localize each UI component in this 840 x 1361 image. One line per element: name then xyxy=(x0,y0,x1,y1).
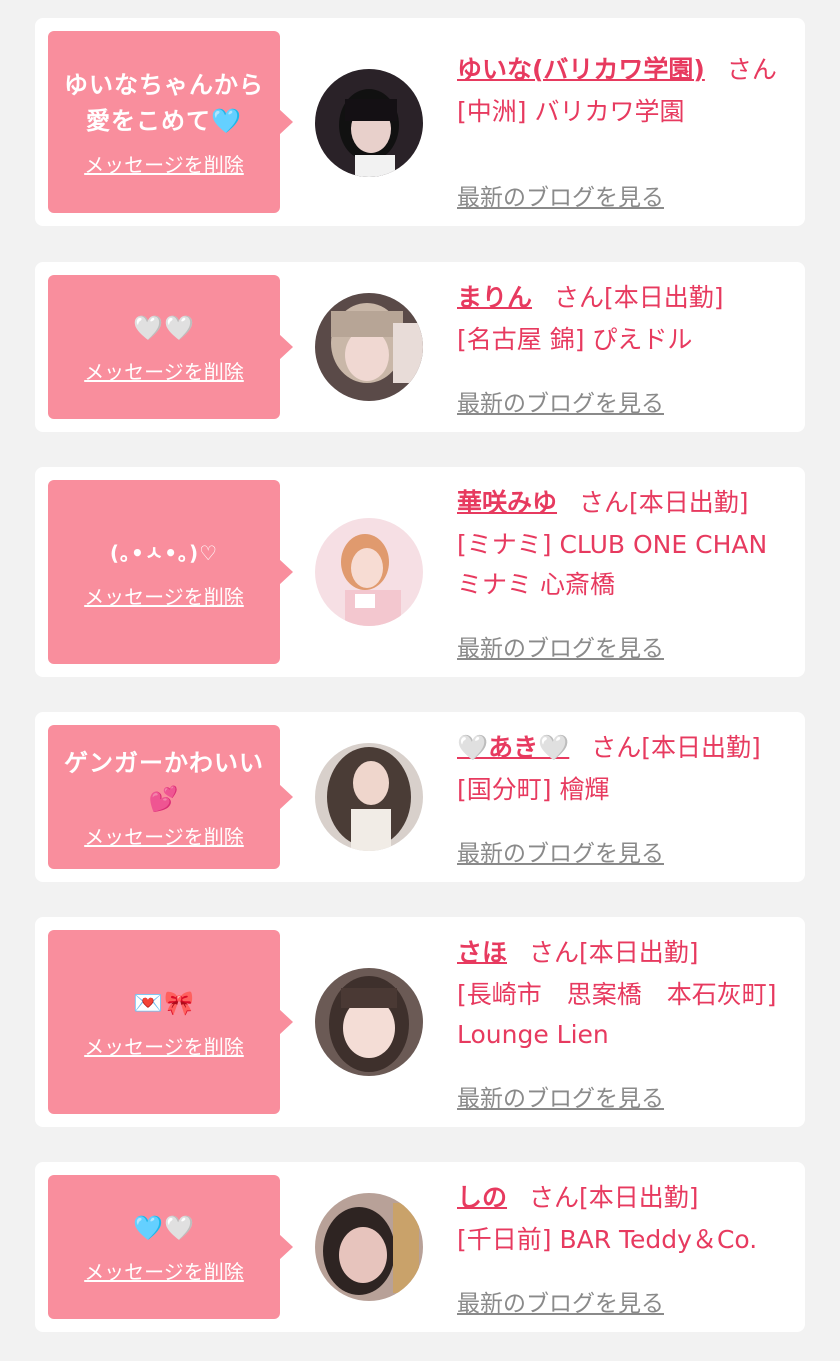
message-text: ゲンガーかわいい 💕 xyxy=(64,748,264,813)
message-bubble: 🩵🤍 メッセージを削除 xyxy=(48,1175,293,1319)
girl-info: ゆいな(バリカワ学園) さん [中洲] バリカワ学園 xyxy=(457,50,797,132)
blog-link[interactable]: 最新のブログを見る xyxy=(457,1284,664,1318)
san-suffix: さん xyxy=(554,283,605,312)
message-text: 🩵🤍 xyxy=(133,1213,195,1242)
message-card: ゆいなちゃんから 愛をこめて🩵 メッセージを削除 ゆいな(バリカワ学園) さん [… xyxy=(35,18,805,226)
girl-name-link[interactable]: まりん xyxy=(457,283,532,312)
shop-info: [国分町] 檜輝 xyxy=(457,775,610,804)
girl-name-link[interactable]: ゆいな(バリカワ学園) xyxy=(457,55,705,84)
girl-info: 華咲みゆ さん[本日出勤] [ミナミ] CLUB ONE CHAN ミナミ 心斎橋 xyxy=(457,483,797,605)
girl-name-link[interactable]: しの xyxy=(457,1183,507,1212)
shop-info: [名古屋 錦] ぴえドル xyxy=(457,325,693,354)
shift-status: [本日出勤] xyxy=(641,733,761,762)
delete-message-link[interactable]: メッセージを削除 xyxy=(84,1031,244,1060)
avatar[interactable] xyxy=(315,69,423,177)
message-card: 🤍🤍 メッセージを削除 まりん さん[本日出勤] [名古屋 錦] ぴえドル 最新の… xyxy=(35,262,805,432)
blog-link[interactable]: 最新のブログを見る xyxy=(457,384,664,418)
shift-status: [本日出勤] xyxy=(579,1183,699,1212)
delete-message-link[interactable]: メッセージを削除 xyxy=(84,821,244,850)
message-card: ゲンガーかわいい 💕 メッセージを削除 🤍あき🤍 さん[本日出勤] [国分町] 檜… xyxy=(35,712,805,882)
girl-name-link[interactable]: 華咲みゆ xyxy=(457,488,557,517)
shop-info: [長崎市 思案橋 本石灰町] Lounge Lien xyxy=(457,980,777,1049)
shop-info: [ミナミ] CLUB ONE CHAN ミナミ 心斎橋 xyxy=(457,530,768,599)
message-list: ゆいなちゃんから 愛をこめて🩵 メッセージを削除 ゆいな(バリカワ学園) さん [… xyxy=(0,0,840,1361)
message-text: ゆいなちゃんから 愛をこめて🩵 xyxy=(64,70,264,135)
message-card: 🩵🤍 メッセージを削除 しの さん[本日出勤] [千日前] BAR Teddy＆C… xyxy=(35,1162,805,1332)
delete-message-link[interactable]: メッセージを削除 xyxy=(84,356,244,385)
shift-status: [本日出勤] xyxy=(579,938,699,967)
shop-info: [千日前] BAR Teddy＆Co. xyxy=(457,1225,758,1254)
girl-name-link[interactable]: 🤍あき🤍 xyxy=(457,733,569,762)
avatar[interactable] xyxy=(315,518,423,626)
san-suffix: さん xyxy=(529,938,580,967)
san-suffix: さん xyxy=(726,55,777,84)
san-suffix: さん xyxy=(591,733,642,762)
message-bubble: 💌🎀 メッセージを削除 xyxy=(48,930,293,1114)
shift-status: [本日出勤] xyxy=(629,488,749,517)
blog-link[interactable]: 最新のブログを見る xyxy=(457,178,664,212)
san-suffix: さん xyxy=(579,488,630,517)
blog-link[interactable]: 最新のブログを見る xyxy=(457,629,664,663)
avatar[interactable] xyxy=(315,293,423,401)
message-bubble: ゲンガーかわいい 💕 メッセージを削除 xyxy=(48,725,293,869)
message-bubble: 🤍🤍 メッセージを削除 xyxy=(48,275,293,419)
avatar[interactable] xyxy=(315,1193,423,1301)
delete-message-link[interactable]: メッセージを削除 xyxy=(84,581,244,610)
san-suffix: さん xyxy=(529,1183,580,1212)
girl-info: さほ さん[本日出勤] [長崎市 思案橋 本石灰町] Lounge Lien xyxy=(457,933,797,1055)
delete-message-link[interactable]: メッセージを削除 xyxy=(84,149,244,178)
girl-info: 🤍あき🤍 さん[本日出勤] [国分町] 檜輝 xyxy=(457,728,827,810)
girl-info: しの さん[本日出勤] [千日前] BAR Teddy＆Co. xyxy=(457,1178,797,1260)
shift-status: [本日出勤] xyxy=(604,283,724,312)
girl-name-link[interactable]: さほ xyxy=(457,938,507,967)
shop-info: [中洲] バリカワ学園 xyxy=(457,97,685,126)
girl-info: まりん さん[本日出勤] [名古屋 錦] ぴえドル xyxy=(457,278,797,360)
message-card: 💌🎀 メッセージを削除 さほ さん[本日出勤] [長崎市 思案橋 本石灰町] Lo… xyxy=(35,917,805,1127)
message-card: (｡•ㅅ•｡)♡ メッセージを削除 華咲みゆ さん[本日出勤] [ミナミ] CLU… xyxy=(35,467,805,677)
delete-message-link[interactable]: メッセージを削除 xyxy=(84,1256,244,1285)
message-text: (｡•ㅅ•｡)♡ xyxy=(109,540,219,565)
blog-link[interactable]: 最新のブログを見る xyxy=(457,834,664,868)
avatar[interactable] xyxy=(315,743,423,851)
message-text: 🤍🤍 xyxy=(133,313,195,342)
blog-link[interactable]: 最新のブログを見る xyxy=(457,1079,664,1113)
message-text: 💌🎀 xyxy=(133,988,195,1017)
message-bubble: (｡•ㅅ•｡)♡ メッセージを削除 xyxy=(48,480,293,664)
avatar[interactable] xyxy=(315,968,423,1076)
message-bubble: ゆいなちゃんから 愛をこめて🩵 メッセージを削除 xyxy=(48,31,293,213)
